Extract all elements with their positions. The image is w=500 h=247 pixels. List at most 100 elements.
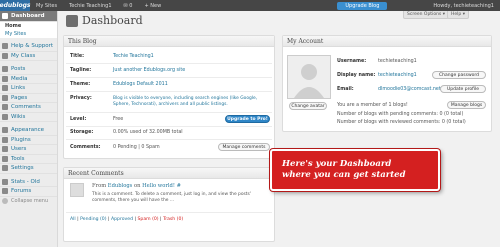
my-account-heading: My Account <box>283 36 491 47</box>
sidebar-item-dashboard[interactable]: Dashboard <box>0 11 57 22</box>
filter-spam-link[interactable]: Spam (0) <box>138 217 159 222</box>
avatar <box>287 55 331 99</box>
howdy-user-menu[interactable]: Howdy, techieteaching1 <box>427 3 500 9</box>
privacy-label: Privacy: <box>70 96 92 101</box>
sidebar-subitem-my-sites[interactable]: My Sites <box>0 30 57 38</box>
level-label: Level: <box>70 117 87 122</box>
admin-sidebar: Dashboard Home My Sites Help & Support M… <box>0 11 58 247</box>
member-count-text: You are a member of 1 blogs! <box>337 103 408 108</box>
sidebar-item-comments[interactable]: Comments <box>0 103 57 113</box>
storage-value: 0.00% used of 32.00MB total <box>113 130 183 135</box>
this-blog-heading: This Blog <box>64 36 274 47</box>
callout-line1: Here's your Dashboard <box>282 159 392 169</box>
comment-filter-links: All | Pending (0) | Approved | Spam (0) … <box>70 217 184 222</box>
level-value: Free <box>113 117 124 122</box>
callout-line2: where you can get started <box>282 170 406 180</box>
help-tab[interactable]: Help ▾ <box>447 11 469 19</box>
forums-icon <box>2 188 8 195</box>
comment-meta: From Edublogs on Hello world! # <box>92 183 181 189</box>
collapse-menu-button[interactable]: Collapse menu <box>0 197 57 207</box>
pages-icon <box>2 94 8 101</box>
sidebar-item-my-class[interactable]: My Class <box>0 52 57 61</box>
sidebar-item-settings[interactable]: Settings <box>0 164 57 174</box>
help-icon <box>2 43 8 50</box>
comment-author-link[interactable]: Edublogs <box>108 183 133 189</box>
reviewed-comments-text: Number of blogs with reviewed comments: … <box>337 120 466 125</box>
media-icon <box>2 75 8 82</box>
avatar-placeholder-icon <box>288 56 330 98</box>
admin-bar: edublogs My Sites Techie Teaching1 ✉ 0 +… <box>0 0 500 11</box>
collapse-icon <box>2 198 8 205</box>
comment-permalink[interactable]: # <box>177 183 181 189</box>
email-label: Email: <box>337 87 354 92</box>
commenter-avatar <box>70 183 84 197</box>
update-profile-button[interactable]: Update profile <box>440 85 486 93</box>
sidebar-item-tools[interactable]: Tools <box>0 155 57 164</box>
dashboard-callout: Here's your Dashboard where you can get … <box>270 149 440 191</box>
comment-from-prefix: From <box>92 183 107 189</box>
sidebar-item-posts[interactable]: Posts <box>0 65 57 75</box>
sidebar-item-plugins[interactable]: Plugins <box>0 136 57 145</box>
recent-comments-box: Recent Comments <box>63 167 275 242</box>
wikis-icon <box>2 113 8 120</box>
privacy-value-line1[interactable]: Blog is visible to everyone, including s… <box>113 96 257 101</box>
pending-comments-text: Number of blogs with pending comments: 0… <box>337 112 464 117</box>
sidebar-item-forums[interactable]: Forums <box>0 187 57 197</box>
upgrade-blog-button[interactable]: Upgrade Blog <box>337 1 388 10</box>
tagline-value[interactable]: Just another Edublogs.org site <box>113 68 185 73</box>
divider <box>66 112 272 113</box>
theme-label: Theme: <box>70 82 91 87</box>
tools-icon <box>2 155 8 162</box>
divider <box>66 126 272 127</box>
email-value[interactable]: dlmoodie03@comcast.net <box>378 87 441 92</box>
sidebar-subitem-home[interactable]: Home <box>0 22 57 30</box>
comment-excerpt-line2: comments, there you will have the ... <box>92 198 175 203</box>
change-password-button[interactable]: Change password <box>432 71 486 79</box>
sidebar-item-media[interactable]: Media <box>0 75 57 84</box>
filter-all-link[interactable]: All <box>70 217 76 222</box>
divider <box>66 139 272 140</box>
filter-trash-link[interactable]: Trash (0) <box>163 217 183 222</box>
comment-post-link[interactable]: Hello world! <box>142 183 175 189</box>
change-avatar-button[interactable]: Change avatar <box>289 102 327 110</box>
comments-count[interactable]: ✉ 0 <box>118 3 139 9</box>
users-icon <box>2 146 8 153</box>
edublogs-logo[interactable]: edublogs <box>0 0 31 11</box>
my-sites-link[interactable]: My Sites <box>30 3 63 9</box>
comments-value: 0 Pending | 0 Spam <box>113 145 160 150</box>
dashboard-icon <box>2 13 8 19</box>
theme-value[interactable]: Edublogs Default 2011 <box>113 82 168 87</box>
divider <box>66 77 272 78</box>
tagline-label: Tagline: <box>70 68 92 73</box>
manage-comments-button[interactable]: Manage comments <box>218 143 270 151</box>
sidebar-item-help-support[interactable]: Help & Support <box>0 42 57 52</box>
posts-icon <box>2 66 8 73</box>
filter-pending-link[interactable]: Pending (0) <box>80 217 106 222</box>
sidebar-item-stats-old[interactable]: Stats - Old <box>0 178 57 187</box>
display-name-label: Display name: <box>337 73 376 78</box>
sidebar-item-wikis[interactable]: Wikis <box>0 113 57 122</box>
upgrade-to-pro-button[interactable]: Upgrade to Pro! <box>225 115 270 123</box>
sidebar-item-users[interactable]: Users <box>0 145 57 155</box>
title-value[interactable]: Techie Teaching1 <box>113 54 154 59</box>
filter-approved-link[interactable]: Approved <box>111 217 133 222</box>
comment-on-text: on <box>133 183 141 189</box>
screen-options-tab[interactable]: Screen Options ▾ <box>403 11 449 19</box>
username-value: techieteaching1 <box>378 59 417 64</box>
divider <box>66 212 272 213</box>
new-content-link[interactable]: + New <box>138 3 167 9</box>
plugins-icon <box>2 136 8 143</box>
manage-blogs-button[interactable]: Manage blogs <box>447 101 486 109</box>
username-label: Username: <box>337 59 367 64</box>
sidebar-item-appearance[interactable]: Appearance <box>0 126 57 136</box>
site-name-link[interactable]: Techie Teaching1 <box>63 3 117 9</box>
comment-excerpt-line1: This is a comment. To delete a comment, … <box>92 192 252 197</box>
privacy-value-line2[interactable]: Sphere, Technorati), archivers and all p… <box>113 102 228 107</box>
sidebar-item-links[interactable]: Links <box>0 84 57 94</box>
comments-icon <box>2 104 8 111</box>
display-name-value[interactable]: techieteaching1 <box>378 73 417 78</box>
divider <box>66 63 272 64</box>
appearance-icon <box>2 127 8 134</box>
sidebar-item-pages[interactable]: Pages <box>0 94 57 103</box>
stats-icon <box>2 178 8 185</box>
